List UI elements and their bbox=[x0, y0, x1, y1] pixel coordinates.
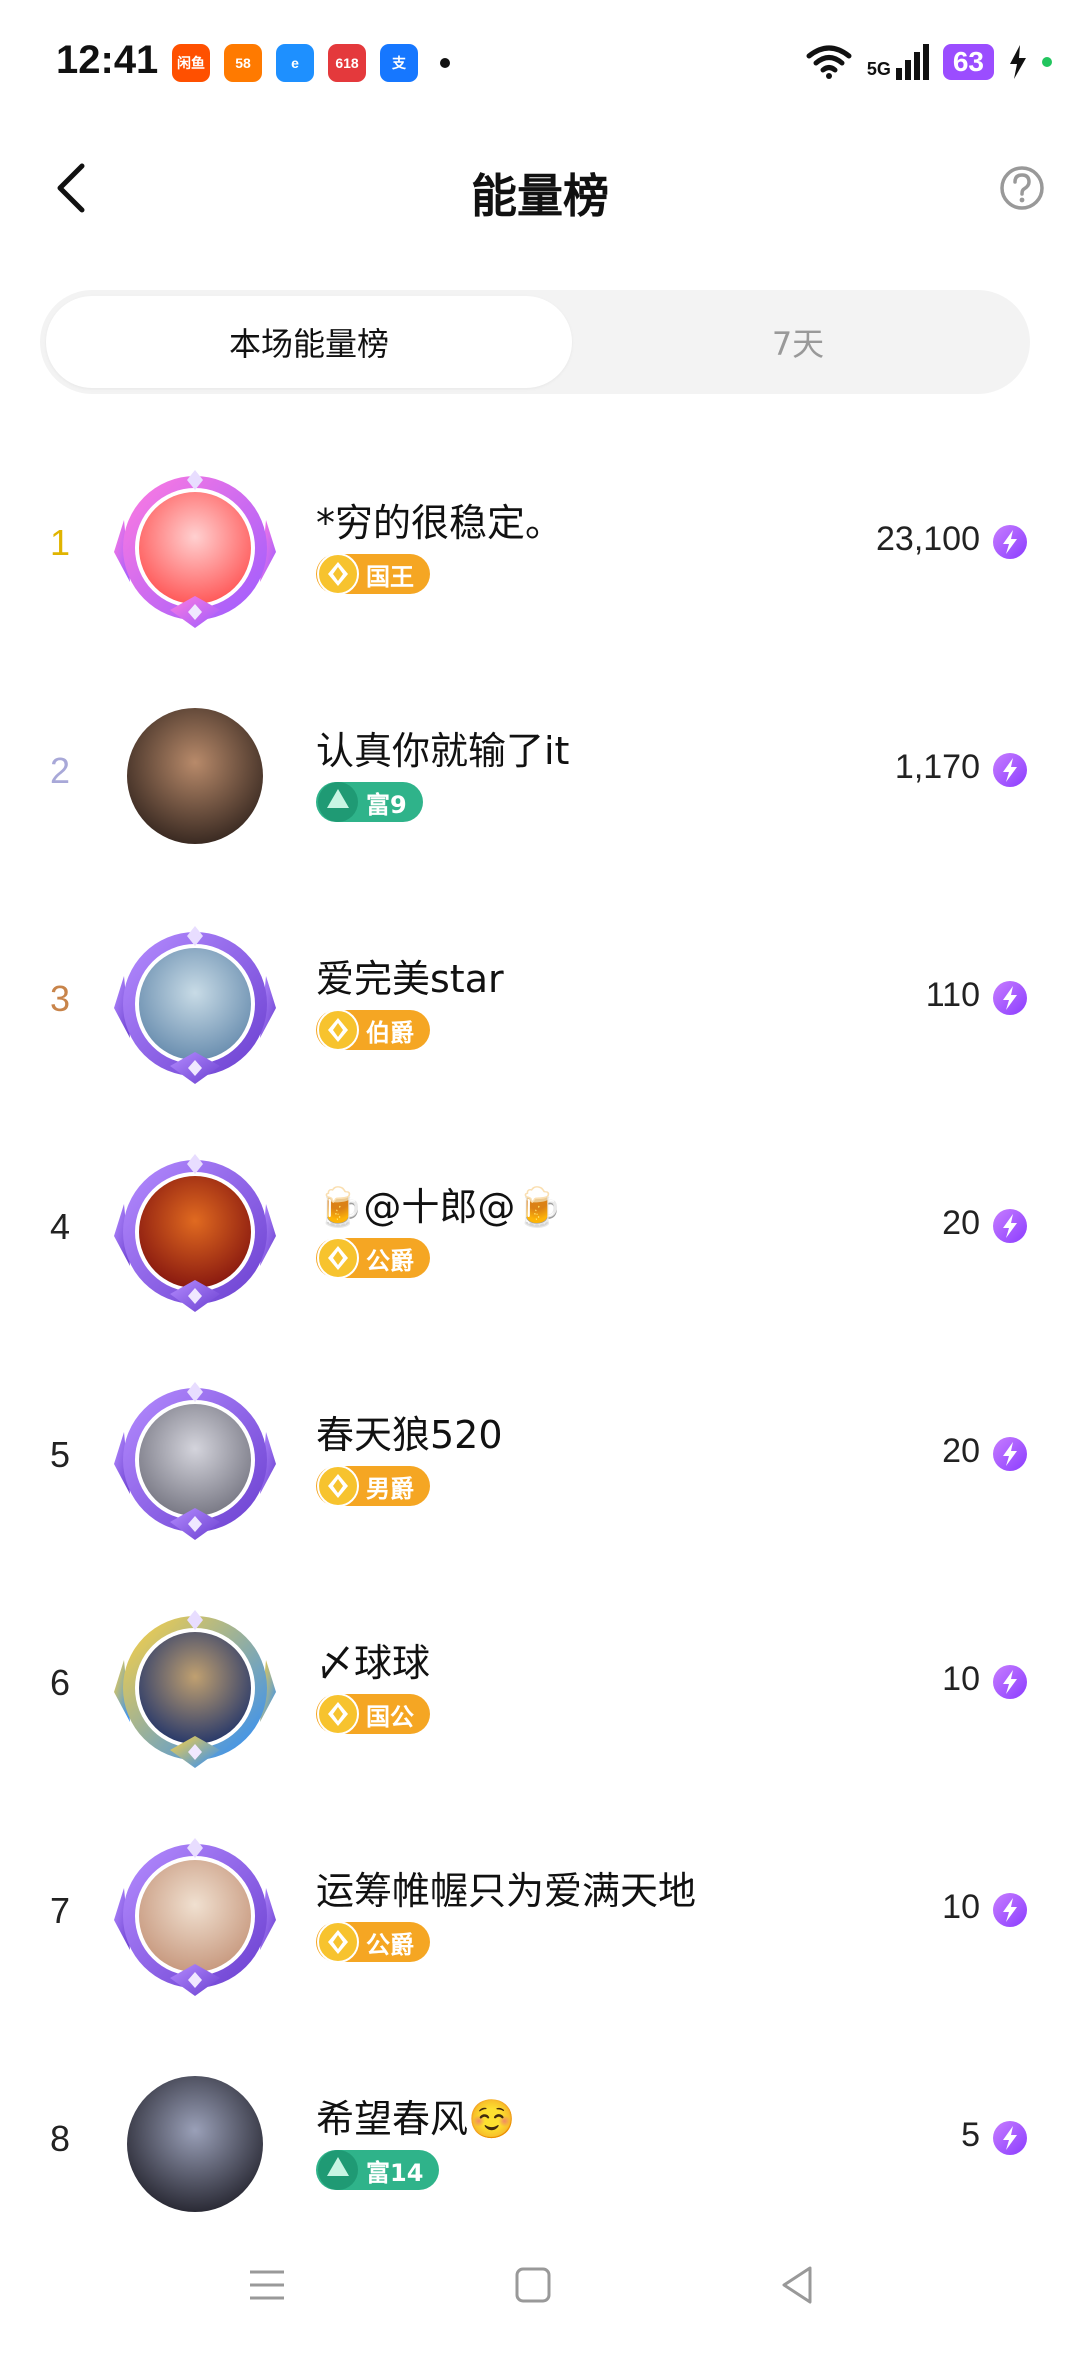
system-status: 5G 63 bbox=[805, 44, 1052, 80]
battery-indicator: 63 bbox=[942, 44, 994, 80]
notification-icons: 闲鱼 58 e 618 支 bbox=[172, 44, 450, 82]
energy-score: 5 bbox=[961, 2116, 980, 2154]
energy-icon bbox=[992, 1436, 1028, 1472]
noble-rank-badge: 伯爵 bbox=[316, 1008, 430, 1052]
more-notifications-dot bbox=[440, 58, 450, 68]
ranking-row[interactable]: 4 🍺@十郎@🍺 公爵 20 bbox=[0, 1114, 1080, 1342]
noble-rank-badge: 国王 bbox=[316, 552, 430, 596]
rank-number: 1 bbox=[49, 522, 71, 563]
user-avatar[interactable] bbox=[110, 1154, 280, 1314]
58-icon: 58 bbox=[224, 44, 262, 82]
energy-icon bbox=[992, 980, 1028, 1016]
page-title: 能量榜 bbox=[471, 169, 609, 223]
user-name: 运筹帷幄只为爱满天地 bbox=[316, 1869, 697, 1913]
ranking-row[interactable]: 3 爱完美star 伯爵 110 bbox=[0, 886, 1080, 1114]
badge-label: 伯爵 bbox=[366, 1018, 414, 1047]
question-circle-icon[interactable] bbox=[998, 164, 1046, 212]
energy-icon bbox=[992, 752, 1028, 788]
energy-icon bbox=[992, 1208, 1028, 1244]
energy-icon bbox=[992, 1892, 1028, 1928]
user-avatar[interactable] bbox=[110, 1382, 280, 1542]
user-name: 〆球球 bbox=[316, 1641, 431, 1685]
noble-rank-badge: 男爵 bbox=[316, 1464, 430, 1508]
badge-label: 公爵 bbox=[366, 1930, 414, 1959]
ranking-row[interactable]: 5 春天狼520 男爵 20 bbox=[0, 1342, 1080, 1570]
alipay-icon: 支 bbox=[380, 44, 418, 82]
crown-diamond-icon bbox=[316, 1692, 360, 1736]
system-navigation-bar bbox=[0, 2230, 1080, 2340]
user-name: 春天狼520 bbox=[316, 1413, 503, 1457]
status-time: 12:41 bbox=[56, 38, 159, 82]
badge-label: 公爵 bbox=[366, 1246, 414, 1275]
signal-icon: 5G bbox=[867, 44, 929, 80]
gem-icon bbox=[316, 2148, 360, 2192]
rank-number: 7 bbox=[49, 1890, 71, 1931]
badge-label: 富9 bbox=[366, 790, 407, 819]
badge-label: 国王 bbox=[366, 562, 414, 591]
charging-icon bbox=[1010, 45, 1026, 79]
jd-icon: 618 bbox=[328, 44, 366, 82]
energy-icon bbox=[992, 2120, 1028, 2156]
taobao-icon: 闲鱼 bbox=[172, 44, 210, 82]
energy-score: 20 bbox=[942, 1204, 980, 1242]
badge-label: 富14 bbox=[366, 2158, 424, 2187]
wealth-level-badge: 富9 bbox=[316, 782, 423, 822]
energy-score: 1,170 bbox=[894, 748, 980, 786]
ranking-row[interactable]: 7 运筹帷幄只为爱满天地公爵 10 bbox=[0, 1798, 1080, 2026]
energy-score: 10 bbox=[942, 1888, 980, 1926]
user-avatar[interactable] bbox=[110, 698, 280, 858]
user-name: 🍺@十郎@🍺 bbox=[316, 1185, 563, 1229]
ranking-row[interactable]: 6 〆球球国公 10 bbox=[0, 1570, 1080, 1798]
menu-icon[interactable] bbox=[242, 2260, 292, 2310]
home-square-icon[interactable] bbox=[508, 2260, 558, 2310]
user-name: 爱完美star bbox=[316, 957, 504, 1001]
user-avatar[interactable] bbox=[110, 470, 280, 630]
noble-rank-badge: 国公 bbox=[316, 1692, 430, 1736]
rank-number: 4 bbox=[49, 1206, 71, 1247]
gem-icon bbox=[316, 780, 360, 824]
user-avatar[interactable] bbox=[110, 2066, 280, 2226]
eleme-icon: e bbox=[276, 44, 314, 82]
badge-label: 男爵 bbox=[366, 1474, 414, 1503]
rank-number: 5 bbox=[49, 1434, 71, 1475]
noble-rank-badge: 公爵 bbox=[316, 1920, 430, 1964]
noble-rank-badge: 公爵 bbox=[316, 1236, 430, 1280]
energy-score: 10 bbox=[942, 1660, 980, 1698]
crown-diamond-icon bbox=[316, 1464, 360, 1508]
ranking-tabs: 本场能量榜 7天 bbox=[40, 290, 1030, 394]
user-avatar[interactable] bbox=[110, 1838, 280, 1998]
privacy-dot bbox=[1042, 57, 1052, 67]
crown-diamond-icon bbox=[316, 1920, 360, 1964]
rank-number: 6 bbox=[49, 1662, 71, 1703]
crown-diamond-icon bbox=[316, 1008, 360, 1052]
tab-7-days[interactable]: 7天 bbox=[572, 296, 1024, 388]
ranking-row[interactable]: 8 希望春风☺️ 富14 5 bbox=[0, 2026, 1080, 2254]
user-avatar[interactable] bbox=[110, 1610, 280, 1770]
energy-score: 23,100 bbox=[876, 520, 980, 558]
badge-label: 国公 bbox=[366, 1702, 414, 1731]
user-name: 认真你就输了it bbox=[316, 729, 570, 773]
crown-diamond-icon bbox=[316, 1236, 360, 1280]
rank-number: 2 bbox=[49, 750, 71, 791]
tab-session-ranking[interactable]: 本场能量榜 bbox=[46, 296, 572, 388]
wifi-icon bbox=[806, 45, 852, 79]
back-triangle-icon[interactable] bbox=[772, 2260, 822, 2310]
user-avatar[interactable] bbox=[110, 926, 280, 1086]
crown-diamond-icon bbox=[316, 552, 360, 596]
energy-score: 110 bbox=[925, 976, 980, 1014]
ranking-row[interactable]: 1 *穷的很稳定。国王 23,100 bbox=[0, 430, 1080, 658]
status-bar: 12:41 闲鱼 58 e 618 支 5G 63 bbox=[0, 0, 1080, 120]
page-header: 能量榜 bbox=[0, 140, 1080, 240]
rank-number: 3 bbox=[49, 978, 71, 1019]
user-name: *穷的很稳定。 bbox=[316, 501, 564, 545]
user-name: 希望春风☺️ bbox=[316, 2097, 516, 2141]
rank-number: 8 bbox=[49, 2118, 71, 2159]
energy-score: 20 bbox=[942, 1432, 980, 1470]
energy-icon bbox=[992, 524, 1028, 560]
energy-icon bbox=[992, 1664, 1028, 1700]
wealth-level-badge: 富14 bbox=[316, 2148, 440, 2192]
ranking-row[interactable]: 2 认真你就输了it 富9 1,170 bbox=[0, 658, 1080, 886]
